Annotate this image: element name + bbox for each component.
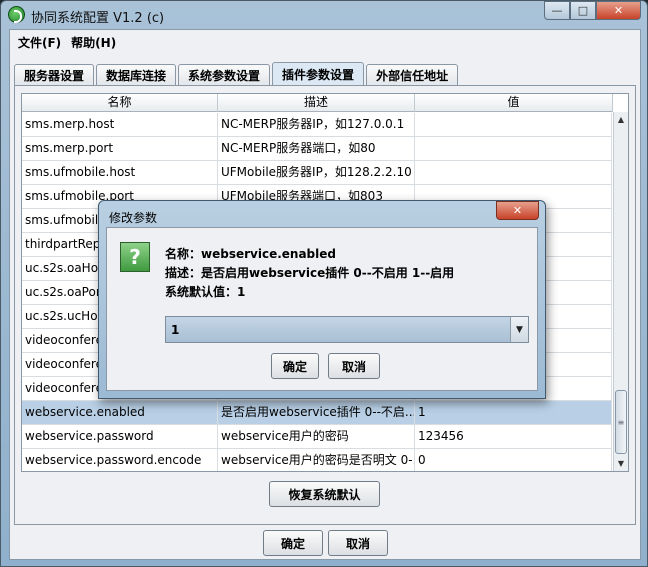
vertical-scrollbar[interactable]: ▲ ≡ ▼ [613,112,628,471]
dialog-body: ? 名称：webservice.enabled 描述：是否启用webservic… [106,227,538,391]
tab-0[interactable]: 服务器设置 [14,64,95,86]
table-row[interactable]: webservice.password webservice用户的密码 123456 [22,425,612,449]
cell-value[interactable]: 0 [415,449,612,471]
cell-name[interactable]: webservice.password.encode [22,449,218,471]
cell-description[interactable]: webservice用户的密码 [218,425,415,449]
tab-strip: 服务器设置 数据库连接 系统参数设置 插件参数设置 外部信任地址 [14,62,460,86]
cell-name[interactable]: sms.merp.port [22,137,218,161]
cell-value[interactable] [415,161,612,185]
restore-defaults-button[interactable]: 恢复系统默认 [269,481,380,507]
table-row[interactable]: sms.merp.port NC-MERP服务器端口，如80 [22,137,612,161]
tab-2[interactable]: 系统参数设置 [178,64,271,86]
scroll-thumb[interactable]: ≡ [615,390,627,454]
window-title: 协同系统配置 V1.2 (c) [31,11,165,26]
value-select[interactable]: 1 ▼ [165,316,529,343]
cell-name[interactable]: webservice.password [22,425,218,449]
table-row[interactable]: sms.ufmobile.host UFMobile服务器IP，如128.2.2.… [22,161,612,185]
cell-description[interactable]: 是否启用webservice插件 0--不启... [218,401,415,425]
edit-parameter-dialog: 修改参数 ✕ ? 名称：webservice.enabled 描述：是否启用we… [98,200,546,399]
parameter-name-text: 名称：webservice.enabled [165,247,336,261]
dialog-close-button[interactable]: ✕ [496,201,539,220]
dialog-title: 修改参数 [109,211,158,225]
cell-description[interactable]: NC-MERP服务器端口，如80 [218,137,415,161]
ok-button[interactable]: 确定 [263,530,323,556]
column-header-name[interactable]: 名称 [22,94,218,112]
cell-value[interactable]: 123456 [415,425,612,449]
window-controls: — □ ✕ [544,1,641,21]
parameter-default-text: 系统默认值：1 [165,285,246,299]
title-bar[interactable]: 协同系统配置 V1.2 (c) — □ ✕ [1,1,647,29]
scroll-up-icon[interactable]: ▲ [614,112,628,127]
menu-help[interactable]: 帮助(H) [67,34,120,51]
chevron-down-icon[interactable]: ▼ [510,317,528,342]
close-button[interactable]: ✕ [596,1,641,20]
cell-name[interactable]: webservice.enabled [22,401,218,425]
column-header-value[interactable]: 值 [415,94,613,112]
menu-file[interactable]: 文件(F) [14,34,65,51]
cell-name[interactable]: sms.merp.host [22,113,218,137]
value-select-current: 1 [171,323,180,337]
tab-3[interactable]: 插件参数设置 [272,62,365,86]
table-header: 名称 描述 值 [22,94,613,112]
cell-description[interactable]: UFMobile服务器IP，如128.2.2.10 [218,161,415,185]
tab-1[interactable]: 数据库连接 [96,64,177,86]
menu-bar: 文件(F) 帮助(H) [10,30,640,54]
column-header-description[interactable]: 描述 [218,94,415,112]
dialog-cancel-button[interactable]: 取消 [328,353,380,379]
cell-description[interactable]: webservice用户的密码是否明文 0-... [218,449,415,471]
dialog-ok-button[interactable]: 确定 [271,353,319,379]
maximize-button[interactable]: □ [570,1,596,20]
minimize-button[interactable]: — [544,1,570,20]
cell-value[interactable] [415,137,612,161]
cell-description[interactable]: NC-MERP服务器IP，如127.0.0.1 [218,113,415,137]
cancel-button[interactable]: 取消 [328,530,388,556]
table-row[interactable]: webservice.enabled 是否启用webservice插件 0--不启… [22,401,612,425]
parameter-description-text: 描述：是否启用webservice插件 0--不启用 1--启用 [165,266,455,280]
cell-name[interactable]: sms.ufmobile.host [22,161,218,185]
table-row[interactable]: sms.merp.host NC-MERP服务器IP，如127.0.0.1 [22,113,612,137]
tab-4[interactable]: 外部信任地址 [366,64,459,86]
table-row[interactable]: webservice.password.encode webservice用户的密… [22,449,612,471]
app-logo-icon [8,6,25,23]
cell-value[interactable]: 1 [415,401,612,425]
question-icon: ? [120,242,150,272]
scroll-down-icon[interactable]: ▼ [614,456,628,471]
cell-value[interactable] [415,113,612,137]
